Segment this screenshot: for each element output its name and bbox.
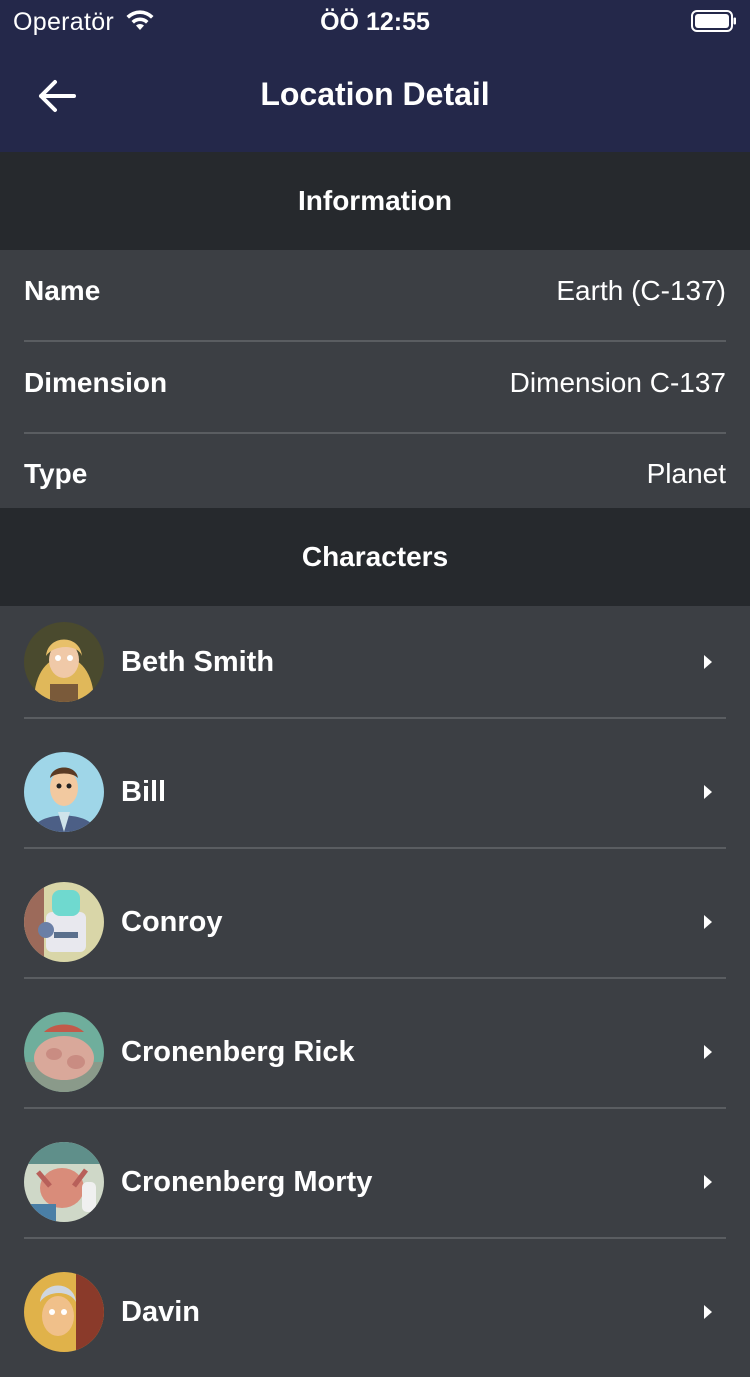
chevron-right-icon [704, 1045, 712, 1059]
info-label: Dimension [24, 367, 168, 398]
character-row[interactable]: Conroy [0, 857, 750, 987]
info-label: Type [24, 458, 88, 489]
character-row[interactable]: Cronenberg Morty [0, 1117, 750, 1247]
character-row[interactable]: Beth Smith [0, 597, 750, 727]
info-value: Planet [646, 458, 726, 489]
info-row-type: Type Planet [24, 428, 726, 520]
avatar [24, 1272, 104, 1352]
divider [24, 847, 726, 849]
character-row[interactable]: Cronenberg Rick [0, 987, 750, 1117]
status-bar: Operatör ÖÖ 12:55 [0, 0, 750, 42]
avatar [24, 1142, 104, 1222]
info-row-dimension: Dimension Dimension C-137 [24, 337, 726, 429]
chevron-right-icon [704, 1175, 712, 1189]
character-row[interactable]: Bill [0, 727, 750, 857]
character-row[interactable]: Davin [0, 1247, 750, 1377]
page-title: Location Detail [260, 76, 490, 112]
info-row-name: Name Earth (C-137) [24, 245, 726, 337]
chevron-right-icon [704, 915, 712, 929]
character-portrait-image [24, 1142, 104, 1222]
chevron-right-icon [704, 785, 712, 799]
avatar [24, 1012, 104, 1092]
divider [24, 717, 726, 719]
character-portrait-image [24, 1272, 104, 1352]
divider [24, 977, 726, 979]
character-name: Cronenberg Rick [121, 1035, 355, 1068]
chevron-right-icon [704, 655, 712, 669]
avatar [24, 622, 104, 702]
info-value: Dimension C-137 [509, 367, 726, 398]
clock: ÖÖ 12:55 [320, 8, 430, 36]
character-portrait-image [24, 752, 104, 832]
characters-header: Characters [0, 508, 750, 606]
battery-icon [691, 10, 736, 32]
info-value: Earth (C-137) [556, 275, 726, 306]
character-portrait-image [24, 622, 104, 702]
information-header: Information [0, 152, 750, 250]
character-name: Bill [121, 775, 167, 808]
divider [24, 1107, 726, 1109]
character-name: Davin [121, 1295, 200, 1328]
character-name: Cronenberg Morty [121, 1165, 373, 1198]
character-name: Conroy [121, 905, 223, 938]
info-label: Name [24, 275, 101, 306]
divider [24, 1237, 726, 1239]
avatar [24, 752, 104, 832]
character-portrait-image [24, 1012, 104, 1092]
character-name: Beth Smith [121, 645, 275, 678]
chevron-right-icon [704, 1305, 712, 1319]
character-portrait-image [24, 882, 104, 962]
avatar [24, 882, 104, 962]
navigation-bar: Location Detail [0, 42, 750, 152]
